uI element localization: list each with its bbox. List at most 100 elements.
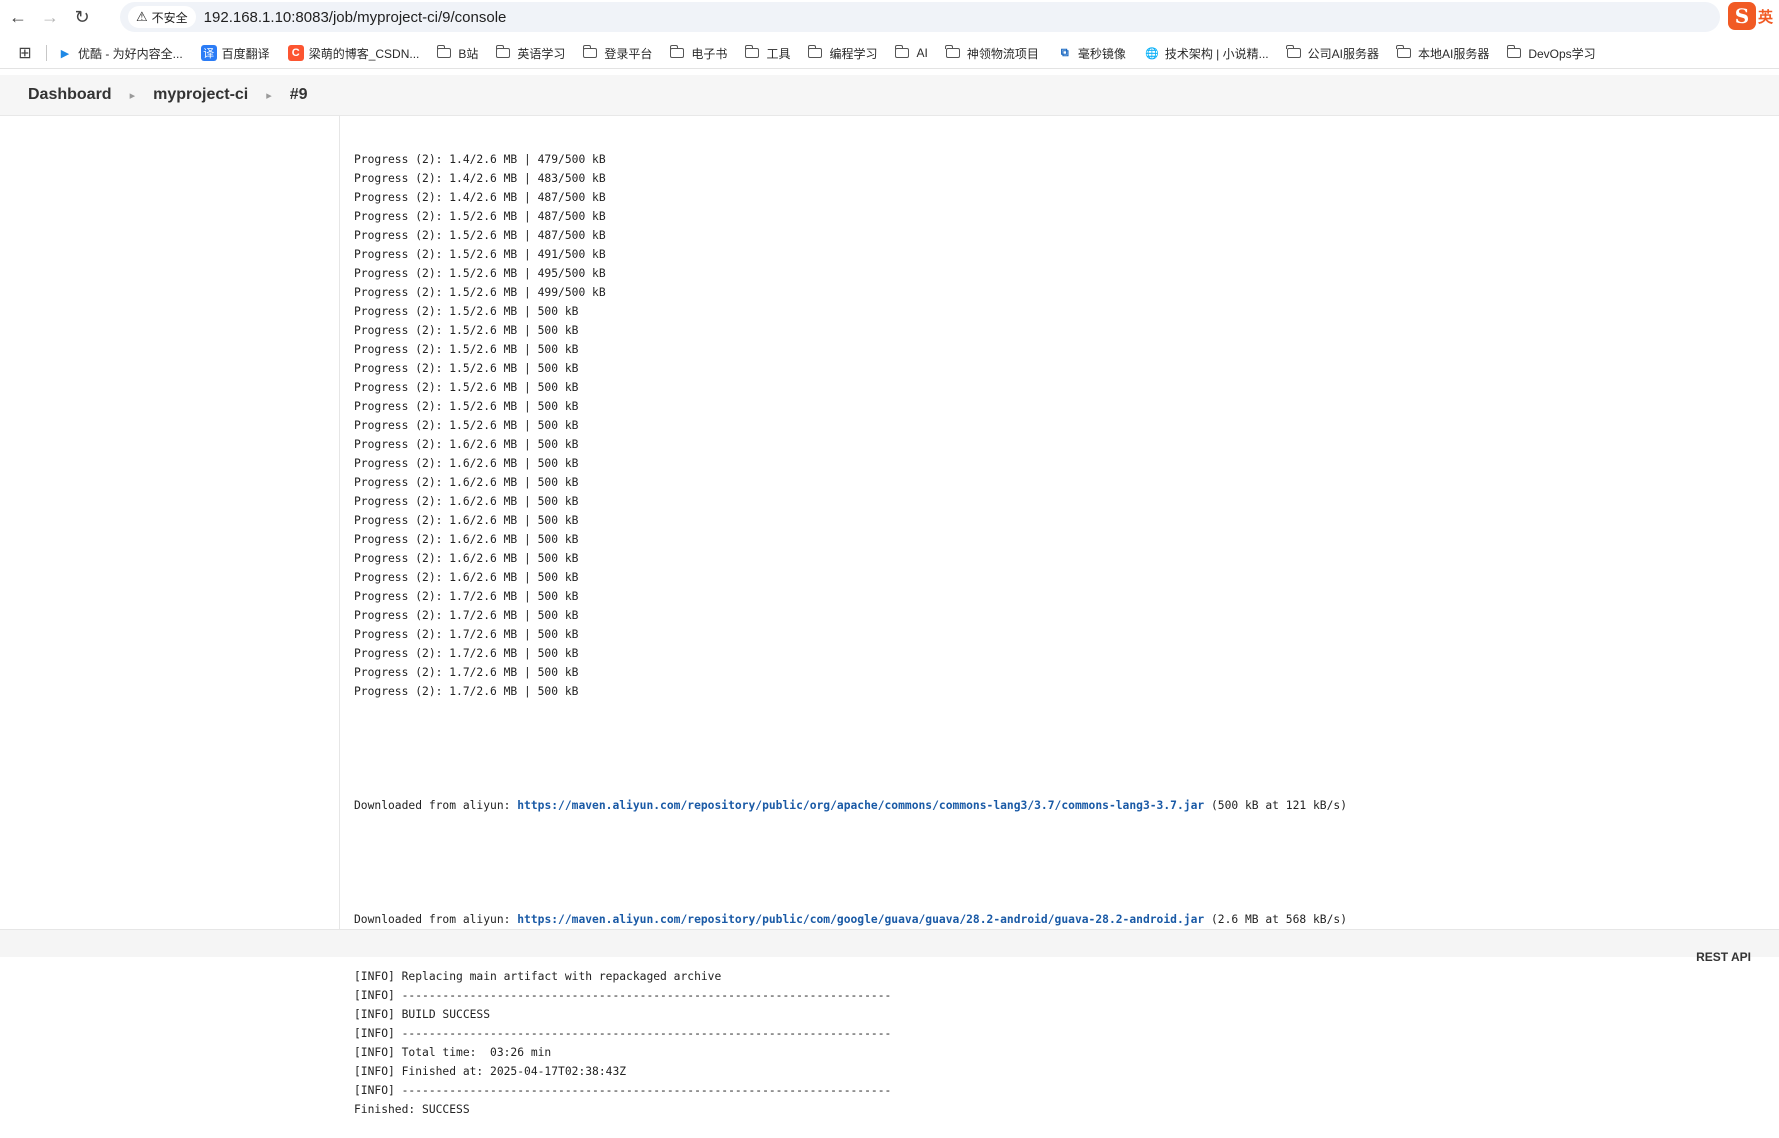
console-line: [INFO] ---------------------------------…: [354, 1084, 892, 1097]
sogou-ime-icon: S: [1727, 2, 1756, 30]
download-line: Downloaded from aliyun: https://maven.al…: [354, 796, 1754, 815]
bookmark-folder-company-ai[interactable]: 公司AI服务器: [1286, 45, 1379, 62]
console-line: Progress (2): 1.5/2.6 MB | 500 kB: [354, 419, 579, 432]
bookmark-label: 编程学习: [829, 46, 878, 61]
console-line: Progress (2): 1.4/2.6 MB | 487/500 kB: [354, 191, 606, 204]
back-button[interactable]: ←: [4, 3, 32, 31]
bookmark-baidu-translate[interactable]: 译 百度翻译: [200, 45, 270, 62]
console-line: Progress (2): 1.6/2.6 MB | 500 kB: [354, 571, 579, 584]
bookmark-label: 公司AI服务器: [1307, 46, 1379, 61]
console-line: Progress (2): 1.6/2.6 MB | 500 kB: [354, 438, 579, 451]
console-line: [INFO] ---------------------------------…: [354, 989, 892, 1002]
rest-api-link[interactable]: REST API: [1696, 950, 1751, 964]
console-line: [INFO] BUILD SUCCESS: [354, 1008, 491, 1021]
reload-button[interactable]: ↻: [68, 3, 96, 31]
console-line: [INFO] Total time: 03:26 min: [354, 1046, 552, 1059]
bookmark-label: B站: [458, 46, 479, 61]
bookmark-folder-login[interactable]: 登录平台: [582, 45, 653, 62]
console-line: Progress (2): 1.7/2.6 MB | 500 kB: [354, 590, 579, 603]
bookmark-folder-programming[interactable]: 编程学习: [807, 45, 878, 62]
side-panel: [0, 116, 340, 929]
youku-icon: ▶: [60, 47, 70, 60]
console-line: Progress (2): 1.5/2.6 MB | 500 kB: [354, 305, 579, 318]
apps-grid-icon[interactable]: ⊞: [10, 43, 40, 63]
chevron-right-icon[interactable]: ▸: [266, 89, 272, 102]
breadcrumb: Dashboard ▸ myproject-ci ▸ #9: [0, 75, 1779, 116]
security-indicator[interactable]: ⚠ 不安全: [128, 6, 196, 28]
artifact-link[interactable]: https://maven.aliyun.com/repository/publ…: [517, 913, 1204, 926]
bookmark-mirror[interactable]: ⧉ 毫秒镜像: [1057, 45, 1126, 62]
folder-icon: [436, 45, 452, 58]
console-line: Progress (2): 1.7/2.6 MB | 500 kB: [354, 647, 579, 660]
console-line: Progress (2): 1.7/2.6 MB | 500 kB: [354, 628, 579, 641]
security-label: 不安全: [151, 10, 188, 25]
console-line: [INFO] Replacing main artifact with repa…: [354, 970, 722, 983]
bookmark-youku[interactable]: ▶ 优酷 - 为好内容全...: [57, 45, 183, 62]
folder-icon: [807, 45, 823, 58]
bookmark-label: 百度翻译: [221, 46, 270, 61]
bookmark-folder-english[interactable]: 英语学习: [495, 45, 566, 62]
console-line: Progress (2): 1.6/2.6 MB | 500 kB: [354, 495, 579, 508]
bookmarks-bar: ⊞ ▶ 优酷 - 为好内容全... 译 百度翻译 C 梁萌的博客_CSDN...…: [0, 38, 1779, 69]
console-line: Progress (2): 1.7/2.6 MB | 500 kB: [354, 685, 579, 698]
console-line: Progress (2): 1.5/2.6 MB | 495/500 kB: [354, 267, 606, 280]
breadcrumb-build[interactable]: #9: [290, 86, 308, 104]
console-line: Progress (2): 1.6/2.6 MB | 500 kB: [354, 476, 579, 489]
breadcrumb-job[interactable]: myproject-ci: [153, 86, 248, 104]
bookmark-label: 电子书: [691, 46, 728, 61]
folder-icon: [945, 45, 960, 58]
bookmark-label: DevOps学习: [1528, 46, 1596, 61]
bookmark-tech-architecture[interactable]: 🌐 技术架构 | 小说精...: [1144, 45, 1269, 62]
console-line: [INFO] ---------------------------------…: [354, 1027, 892, 1040]
console-line: Progress (2): 1.5/2.6 MB | 500 kB: [354, 343, 579, 356]
console-line: Progress (2): 1.4/2.6 MB | 483/500 kB: [354, 172, 606, 185]
folder-icon: [894, 45, 910, 58]
artifact-link[interactable]: https://maven.aliyun.com/repository/publ…: [517, 799, 1204, 812]
bookmark-label: 英语学习: [517, 46, 566, 61]
download-prefix: Downloaded from aliyun:: [354, 913, 518, 926]
warning-icon: ⚠: [136, 9, 148, 24]
bookmark-label: 神领物流项目: [966, 46, 1039, 61]
folder-icon: [744, 45, 760, 58]
console-line: Progress (2): 1.5/2.6 MB | 487/500 kB: [354, 210, 606, 223]
reload-icon: ↻: [74, 6, 90, 27]
bookmark-folder-logistics[interactable]: 神领物流项目: [945, 45, 1039, 62]
bookmark-folder-devops[interactable]: DevOps学习: [1506, 45, 1596, 62]
console-line: Progress (2): 1.5/2.6 MB | 500 kB: [354, 362, 579, 375]
ime-indicator[interactable]: S 英: [1727, 2, 1773, 30]
console-line: [INFO] Finished at: 2025-04-17T02:38:43Z: [354, 1065, 627, 1078]
console-line: Progress (2): 1.5/2.6 MB | 487/500 kB: [354, 229, 606, 242]
console-line: Progress (2): 1.7/2.6 MB | 500 kB: [354, 666, 579, 679]
bookmark-label: 毫秒镜像: [1077, 46, 1126, 61]
folder-icon: [1506, 45, 1522, 58]
console-line: Progress (2): 1.4/2.6 MB | 479/500 kB: [354, 153, 606, 166]
url-text[interactable]: 192.168.1.10:8083/job/myproject-ci/9/con…: [204, 9, 507, 26]
arrow-left-icon: ←: [9, 6, 27, 27]
chevron-right-icon[interactable]: ▸: [130, 89, 136, 102]
breadcrumb-dashboard[interactable]: Dashboard: [28, 86, 112, 104]
bookmark-folder-local-ai[interactable]: 本地AI服务器: [1396, 45, 1489, 62]
address-bar[interactable]: ⚠ 不安全 192.168.1.10:8083/job/myproject-ci…: [120, 2, 1720, 32]
ime-language-label: 英: [1757, 8, 1773, 26]
bookmark-folder-tools[interactable]: 工具: [744, 45, 790, 62]
baidu-translate-icon: 译: [200, 45, 217, 61]
globe-icon: 🌐: [1144, 47, 1159, 60]
bookmark-label: 登录平台: [604, 46, 653, 61]
csdn-icon: C: [287, 45, 304, 61]
download-prefix: Downloaded from aliyun:: [354, 799, 518, 812]
mirror-icon: ⧉: [1060, 46, 1069, 59]
bookmark-folder-ai[interactable]: AI: [894, 45, 928, 60]
bookmark-folder-ebooks[interactable]: 电子书: [669, 45, 728, 62]
bookmark-folder-bilibili[interactable]: B站: [436, 45, 479, 62]
console-line: Progress (2): 1.6/2.6 MB | 500 kB: [354, 552, 579, 565]
browser-toolbar: ← → ↻ ⚠ 不安全 192.168.1.10:8083/job/myproj…: [0, 0, 1779, 34]
forward-button[interactable]: →: [36, 3, 64, 31]
console-line: Progress (2): 1.5/2.6 MB | 499/500 kB: [354, 286, 606, 299]
console-line: Progress (2): 1.7/2.6 MB | 500 kB: [354, 609, 579, 622]
bookmarks-divider: [46, 45, 47, 61]
bookmark-label: AI: [916, 46, 928, 60]
bookmark-label: 技术架构 | 小说精...: [1164, 46, 1269, 61]
bookmark-csdn[interactable]: C 梁萌的博客_CSDN...: [287, 45, 419, 62]
